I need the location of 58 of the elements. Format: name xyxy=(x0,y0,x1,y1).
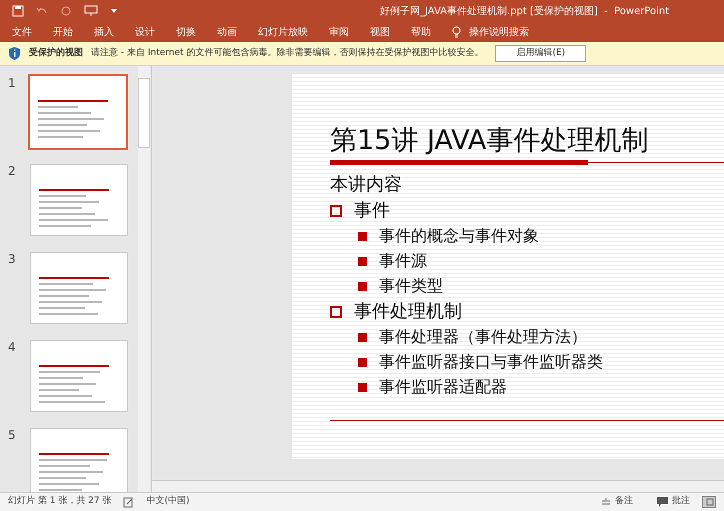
ribbon-tab[interactable]: 插入 xyxy=(94,24,114,40)
ribbon-tab[interactable]: 切换 xyxy=(176,24,196,40)
spelling-icon[interactable] xyxy=(123,496,134,508)
square-bullet xyxy=(358,332,367,342)
slideshow-icon[interactable] xyxy=(84,5,98,17)
square-bullet xyxy=(358,256,367,266)
square-bullet xyxy=(358,382,367,392)
hollow-square-bullet xyxy=(330,204,342,217)
bullet-text: 事件 xyxy=(354,199,390,224)
slide-thumbnail[interactable] xyxy=(28,74,128,150)
square-bullet xyxy=(358,282,367,291)
bullet-text: 事件类型 xyxy=(379,275,443,298)
slide-number: 3 xyxy=(8,251,17,268)
ribbon-tab[interactable]: 动画 xyxy=(217,24,237,40)
ribbon-tab[interactable]: 幻灯片放映 xyxy=(258,24,308,40)
square-bullet xyxy=(358,232,367,241)
ribbon-tab[interactable]: 视图 xyxy=(370,24,390,40)
normal-view-icon[interactable] xyxy=(702,496,716,508)
slide-number: 1 xyxy=(8,75,17,92)
tell-me-button[interactable]: 操作说明搜索 xyxy=(452,24,529,40)
ribbon-tab[interactable]: 设计 xyxy=(135,24,155,40)
ribbon-tab[interactable]: 开始 xyxy=(53,24,73,40)
horizontal-scrollbar[interactable] xyxy=(152,480,724,492)
language-status[interactable]: 中文(中国) xyxy=(146,495,190,509)
save-icon[interactable] xyxy=(12,5,24,17)
slide-thumbnail[interactable] xyxy=(30,164,128,236)
slide-title: 第15讲 JAVA事件处理机制 xyxy=(330,124,650,158)
slide-thumbnail[interactable] xyxy=(30,252,128,324)
bullet-text: 事件监听器接口与事件监听器类 xyxy=(379,351,603,374)
notes-icon xyxy=(601,498,611,506)
slide-thumbnail[interactable] xyxy=(30,428,128,492)
ribbon-tab[interactable]: 帮助 xyxy=(411,24,431,40)
slide-number: 2 xyxy=(8,163,17,180)
bullet-text: 事件处理机制 xyxy=(354,300,462,324)
bullet-text: 事件监听器适配器 xyxy=(379,376,507,398)
slide-count: 幻灯片 第 1 张，共 27 张 xyxy=(8,495,112,508)
slide-subtitle: 本讲内容 xyxy=(330,172,403,197)
slide-number: 5 xyxy=(8,427,17,444)
protected-view-message: 请注意 - 来自 Internet 的文件可能包含病毒。除非需要编辑，否则保持在受保护视图中比较安全。 xyxy=(91,46,484,60)
comments-button[interactable]: 批注 xyxy=(657,495,690,509)
slide-number: 4 xyxy=(8,339,17,356)
protected-view-title: 受保护的视图 xyxy=(29,46,83,60)
window-title: 好例子网_JAVA事件处理机制.ppt [受保护的视图] - PowerPoint xyxy=(380,4,670,18)
shield-icon xyxy=(8,46,21,61)
comment-icon xyxy=(657,497,668,507)
bullet-text: 事件的概念与事件对象 xyxy=(379,225,539,248)
hollow-square-bullet xyxy=(330,306,342,318)
bullet-text: 事件源 xyxy=(379,250,427,272)
bullet-text: 事件处理器（事件处理方法） xyxy=(379,326,587,348)
slide-thumbnail[interactable] xyxy=(30,340,128,412)
square-bullet xyxy=(358,358,367,367)
enable-editing-button[interactable]: 启用编辑(E) xyxy=(495,45,586,62)
scrollbar[interactable] xyxy=(138,66,150,492)
notes-button[interactable]: 备注 xyxy=(601,495,633,509)
ribbon-tab[interactable]: 审阅 xyxy=(329,24,349,40)
lightbulb-icon xyxy=(452,26,461,38)
ribbon-tab[interactable]: 文件 xyxy=(12,24,32,40)
dropdown-icon[interactable] xyxy=(110,8,118,14)
